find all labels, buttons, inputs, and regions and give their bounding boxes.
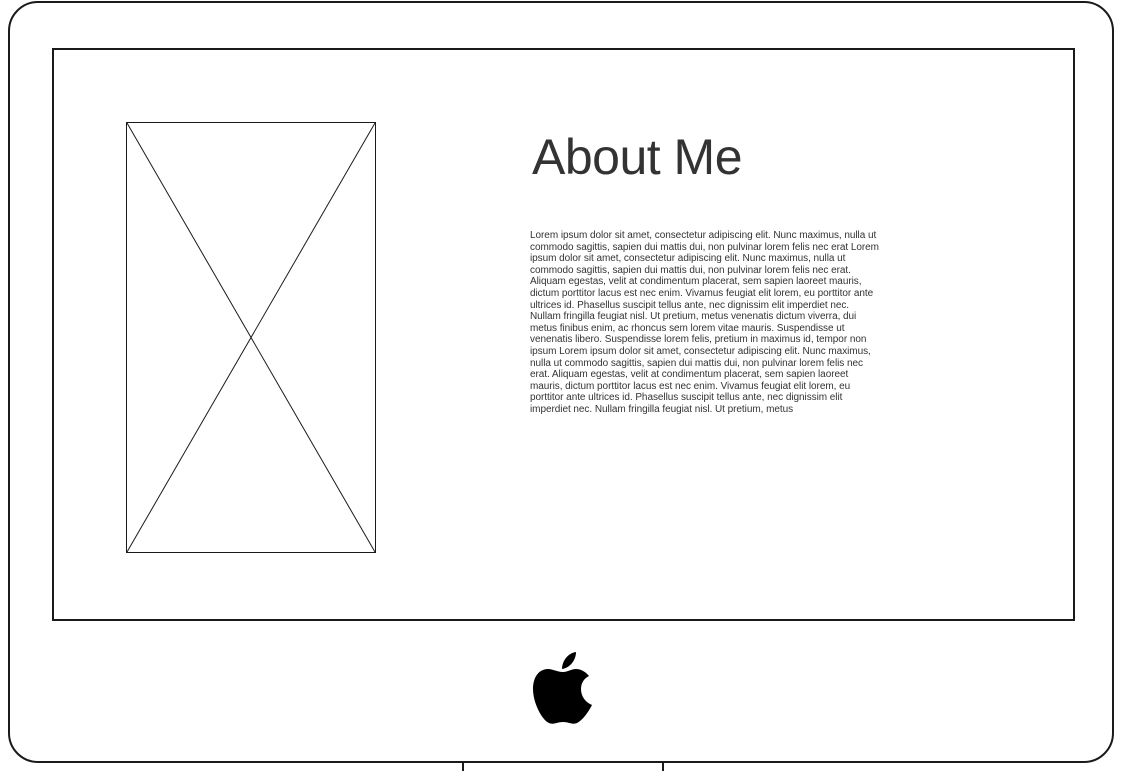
page-title: About Me — [532, 129, 743, 185]
about-paragraph: Lorem ipsum dolor sit amet, consectetur … — [530, 230, 879, 415]
screen: About Me Lorem ipsum dolor sit amet, con… — [52, 48, 1075, 621]
monitor-stand — [462, 762, 664, 771]
apple-logo-icon — [532, 650, 594, 726]
image-placeholder-icon — [126, 122, 376, 553]
